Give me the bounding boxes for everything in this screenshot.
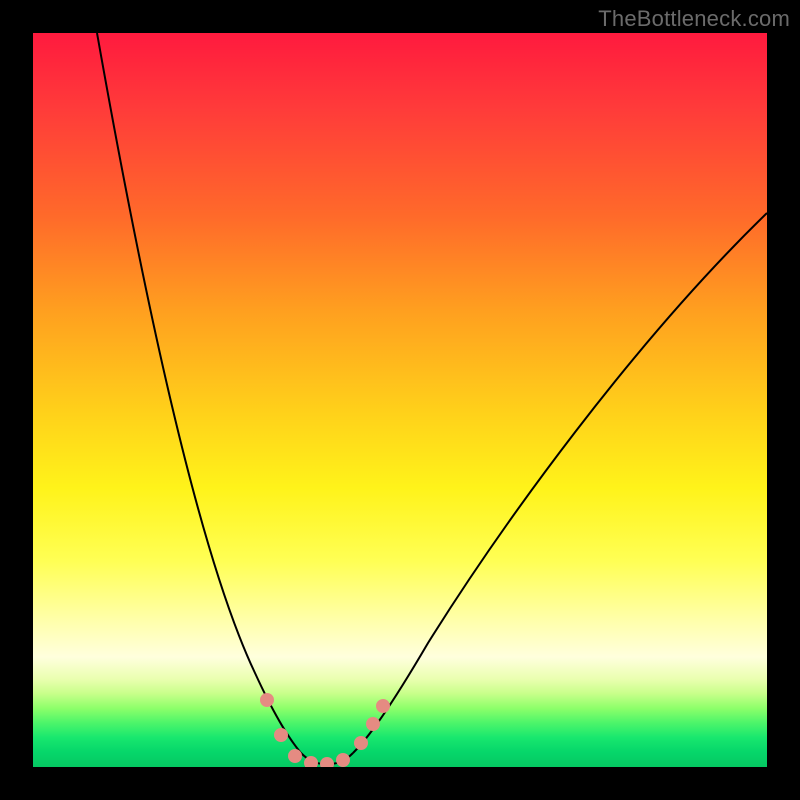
curve-left-branch (97, 33, 301, 753)
markers-group (260, 693, 390, 767)
marker-dot-5 (336, 753, 350, 767)
watermark-text: TheBottleneck.com (598, 6, 790, 32)
marker-dot-1 (274, 728, 288, 742)
marker-dot-8 (376, 699, 390, 713)
marker-dot-6 (354, 736, 368, 750)
marker-dot-7 (366, 717, 380, 731)
marker-dot-4 (320, 757, 334, 767)
marker-dot-0 (260, 693, 274, 707)
outer-frame: TheBottleneck.com (0, 0, 800, 800)
curve-right-branch (353, 213, 767, 753)
plot-area (33, 33, 767, 767)
curve-svg (33, 33, 767, 767)
marker-dot-2 (288, 749, 302, 763)
